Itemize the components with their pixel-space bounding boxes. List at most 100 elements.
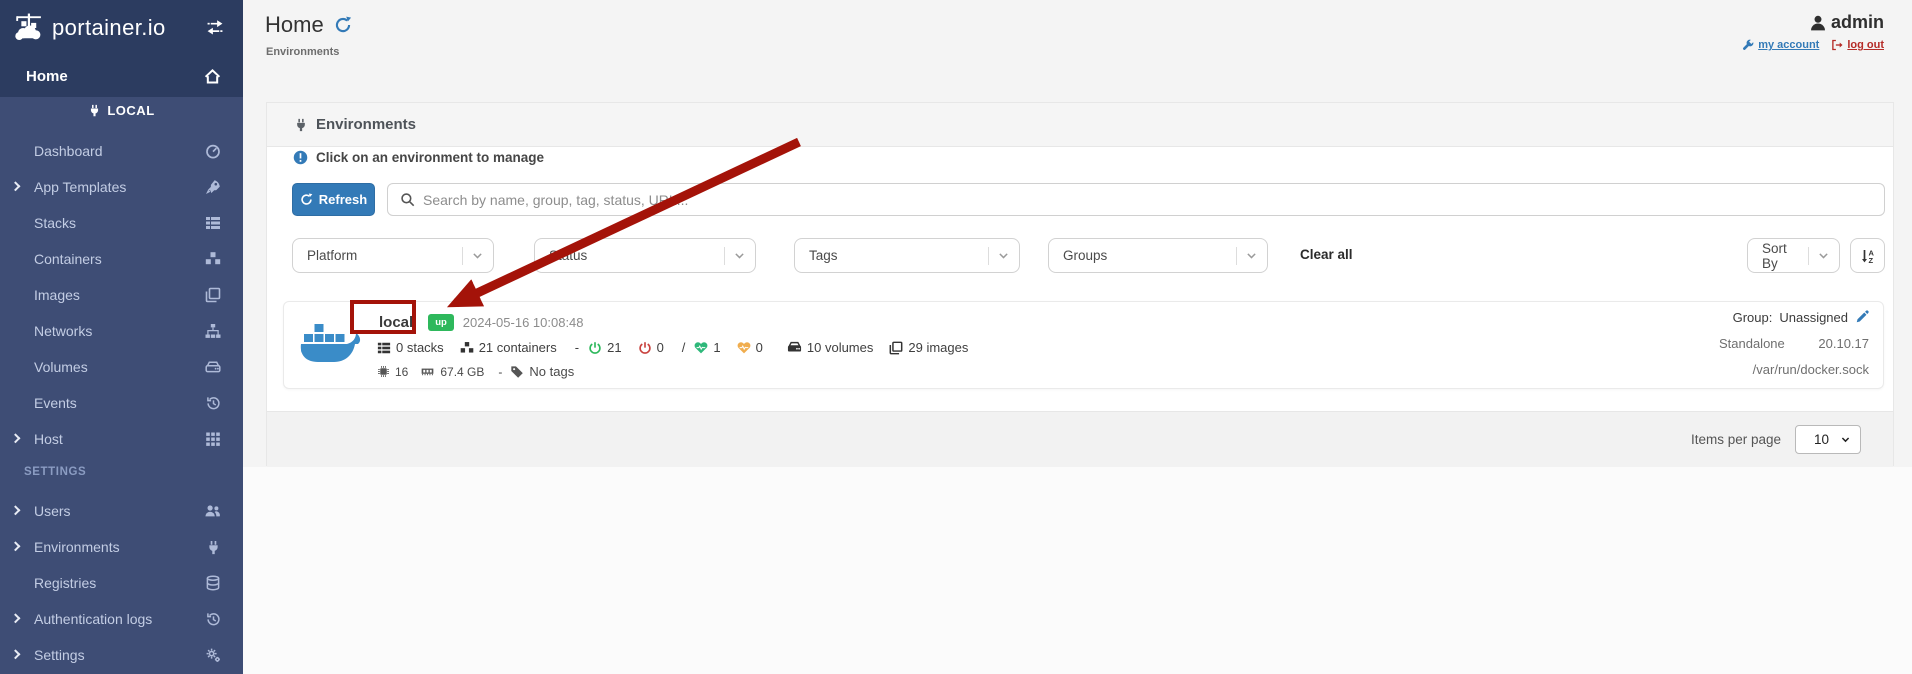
sidebar-item-users[interactable]: Users xyxy=(0,498,243,524)
group-value: Unassigned xyxy=(1779,311,1848,324)
stopped-value: 0 xyxy=(657,340,664,355)
sidebar-item-label: Containers xyxy=(34,251,102,267)
sidebar-item-label: Home xyxy=(26,68,68,85)
items-per-page-value: 10 xyxy=(1814,432,1829,447)
memory-icon xyxy=(420,365,435,378)
items-per-page-select[interactable]: 10 xyxy=(1795,425,1861,454)
user-circle-icon xyxy=(1809,14,1827,32)
environment-group-row: Group: Unassigned xyxy=(1719,310,1869,324)
sidebar-item-authentication-logs[interactable]: Authentication logs xyxy=(0,606,243,632)
platform-filter-label: Platform xyxy=(307,248,357,263)
tag-icon xyxy=(510,365,524,379)
docker-whale-icon xyxy=(298,317,362,375)
containers-stat: 21 containers xyxy=(460,340,557,355)
sidebar-item-host[interactable]: Host xyxy=(0,426,243,452)
list-icon xyxy=(205,215,221,231)
stopped-containers-stat: 0 xyxy=(638,340,664,355)
chevron-down-icon xyxy=(1840,434,1851,445)
search-box xyxy=(387,183,1885,216)
search-icon xyxy=(400,192,415,207)
sidebar-section-local: LOCAL xyxy=(0,103,243,118)
username: admin xyxy=(1831,12,1884,33)
pencil-icon[interactable] xyxy=(1855,310,1869,324)
sidebar-item-label: App Templates xyxy=(34,179,126,195)
plug-icon xyxy=(88,104,101,117)
log-out-link[interactable]: log out xyxy=(1831,39,1884,51)
sitemap-icon xyxy=(205,323,221,339)
sidebar-item-label: Users xyxy=(34,503,71,519)
volumes-value: 10 volumes xyxy=(807,340,873,355)
running-containers-stat: 21 xyxy=(588,340,621,355)
layers-icon xyxy=(205,287,221,303)
sidebar-item-environments[interactable]: Environments xyxy=(0,534,243,560)
portainer-logo-icon xyxy=(12,11,46,45)
environment-url: /var/run/docker.sock xyxy=(1719,363,1869,376)
heartbeat-orange-icon xyxy=(737,341,751,355)
sort-direction-button[interactable]: AZ xyxy=(1850,238,1885,273)
my-account-link[interactable]: my account xyxy=(1742,39,1819,51)
sidebar-item-settings[interactable]: Settings xyxy=(0,642,243,668)
microchip-icon xyxy=(377,365,390,378)
sidebar-item-label: Environments xyxy=(34,539,120,555)
logo[interactable]: portainer.io xyxy=(0,0,243,56)
platform-filter-dropdown[interactable]: Platform xyxy=(292,238,494,273)
running-value: 21 xyxy=(607,340,621,355)
tags-stat: No tags xyxy=(510,364,574,379)
plug-icon xyxy=(294,118,308,132)
sidebar-item-images[interactable]: Images xyxy=(0,282,243,308)
environment-card-local[interactable]: local up 2024-05-16 10:08:48 0 stacks 21… xyxy=(283,301,1884,389)
groups-filter-dropdown[interactable]: Groups xyxy=(1048,238,1268,273)
status-filter-dropdown[interactable]: Status xyxy=(534,238,756,273)
cubes-icon xyxy=(205,251,221,267)
list-icon xyxy=(377,341,391,355)
sidebar-item-events[interactable]: Events xyxy=(0,390,243,416)
sidebar-item-app-templates[interactable]: App Templates xyxy=(0,174,243,200)
logo-text: portainer.io xyxy=(52,15,166,41)
memory-stat: 67.4 GB xyxy=(420,365,484,379)
sort-alpha-down-icon: AZ xyxy=(1860,248,1876,264)
stacks-stat: 0 stacks xyxy=(377,340,444,355)
refresh-icon[interactable] xyxy=(334,16,352,34)
heartbeat-green-icon xyxy=(694,341,708,355)
memory-value: 67.4 GB xyxy=(440,365,484,379)
stacks-value: 0 stacks xyxy=(396,340,444,355)
separator: / xyxy=(682,340,686,355)
home-icon xyxy=(204,68,221,85)
layers-icon xyxy=(889,341,903,355)
sidebar-item-label: Registries xyxy=(34,575,96,591)
clear-all-button[interactable]: Clear all xyxy=(1300,247,1353,262)
sidebar-item-networks[interactable]: Networks xyxy=(0,318,243,344)
sidebar-item-dashboard[interactable]: Dashboard xyxy=(0,138,243,164)
gauge-icon xyxy=(205,143,221,159)
sidebar-item-volumes[interactable]: Volumes xyxy=(0,354,243,380)
sidebar-item-containers[interactable]: Containers xyxy=(0,246,243,272)
page-background xyxy=(243,467,1912,674)
info-message: Click on an environment to manage xyxy=(293,150,544,165)
environment-timestamp: 2024-05-16 10:08:48 xyxy=(463,315,584,330)
sort-by-dropdown[interactable]: Sort By xyxy=(1747,238,1840,273)
tags-filter-label: Tags xyxy=(809,248,838,263)
plug-icon xyxy=(206,540,221,555)
search-input[interactable] xyxy=(423,192,1872,208)
cpu-stat: 16 xyxy=(377,365,408,379)
chevron-right-icon xyxy=(11,613,21,623)
images-value: 29 images xyxy=(908,340,968,355)
refresh-icon xyxy=(300,193,313,206)
separator: - xyxy=(575,340,579,355)
environment-type-row: Standalone 20.10.17 xyxy=(1719,337,1869,350)
page-title: Home xyxy=(265,12,324,38)
page-title-row: Home xyxy=(265,12,352,38)
refresh-button[interactable]: Refresh xyxy=(292,183,375,216)
sidebar-item-stacks[interactable]: Stacks xyxy=(0,210,243,236)
sidebar-collapse-icon[interactable] xyxy=(205,19,225,36)
environment-name[interactable]: local xyxy=(373,312,419,333)
tags-filter-dropdown[interactable]: Tags xyxy=(794,238,1020,273)
sidebar-item-registries[interactable]: Registries xyxy=(0,570,243,596)
sidebar-item-label: Images xyxy=(34,287,80,303)
chevron-right-icon xyxy=(11,649,21,659)
chevron-down-icon xyxy=(471,249,484,262)
sidebar-section-settings: SETTINGS xyxy=(24,466,86,478)
breadcrumb: Environments xyxy=(266,46,339,58)
chevron-down-icon xyxy=(733,249,746,262)
sidebar-item-home[interactable]: Home xyxy=(0,58,243,94)
